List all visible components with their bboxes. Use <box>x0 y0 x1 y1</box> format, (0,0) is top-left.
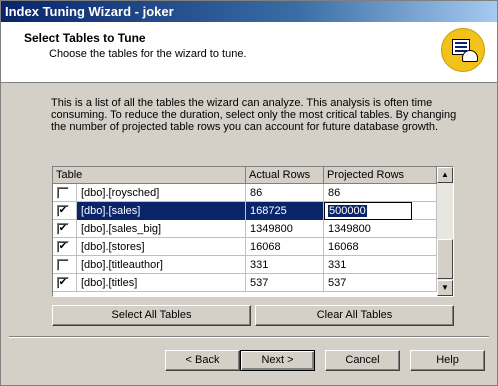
column-header-table[interactable]: Table <box>53 167 246 184</box>
table-checkbox[interactable] <box>57 259 69 271</box>
table-checkbox[interactable] <box>57 187 69 199</box>
separator <box>9 336 489 338</box>
actual-rows-cell: 537 <box>246 274 324 292</box>
table-name-cell[interactable]: [dbo].[titles] <box>77 274 246 292</box>
select-all-tables-button[interactable]: Select All Tables <box>52 305 251 326</box>
projected-rows-cell[interactable]: 16068 <box>324 238 437 256</box>
actual-rows-cell: 331 <box>246 256 324 274</box>
table-row[interactable]: ✔ [dbo].[sales] 168725 500000 <box>53 202 437 220</box>
projected-rows-cell[interactable]: 1349800 <box>324 220 437 238</box>
table-checkbox[interactable]: ✔ <box>57 241 69 253</box>
projected-rows-value: 500000 <box>328 205 367 217</box>
table-row[interactable]: ✔ [dbo].[stores] 16068 16068 <box>53 238 437 256</box>
table-name-cell[interactable]: [dbo].[stores] <box>77 238 246 256</box>
row-checkbox-cell: ✔ <box>53 202 77 220</box>
index-tuning-wizard-icon <box>441 28 485 72</box>
projected-rows-cell[interactable]: 537 <box>324 274 437 292</box>
table-checkbox[interactable]: ✔ <box>57 205 69 217</box>
row-checkbox-cell <box>53 256 77 274</box>
scroll-thumb[interactable] <box>437 239 453 279</box>
projected-rows-input[interactable]: 500000 <box>324 202 412 220</box>
actual-rows-cell: 86 <box>246 184 324 202</box>
help-button[interactable]: Help <box>410 350 485 371</box>
actual-rows-cell: 16068 <box>246 238 324 256</box>
intro-text: This is a list of all the tables the wiz… <box>51 97 457 133</box>
page-title: Select Tables to Tune <box>24 31 146 45</box>
actual-rows-cell: 1349800 <box>246 220 324 238</box>
page-subtitle: Choose the tables for the wizard to tune… <box>49 48 247 60</box>
column-header-actual-rows[interactable]: Actual Rows <box>246 167 324 184</box>
row-checkbox-cell: ✔ <box>53 238 77 256</box>
table-checkbox[interactable]: ✔ <box>57 223 69 235</box>
cancel-button[interactable]: Cancel <box>325 350 400 371</box>
row-checkbox-cell <box>53 184 77 202</box>
projected-rows-cell[interactable]: 86 <box>324 184 437 202</box>
wizard-window: Index Tuning Wizard - joker Select Table… <box>0 0 498 386</box>
next-button[interactable]: Next > <box>240 350 315 371</box>
table-row[interactable]: ✔ [dbo].[titles] 537 537 <box>53 274 437 292</box>
projected-rows-cell[interactable]: 331 <box>324 256 437 274</box>
actual-rows-cell: 168725 <box>246 202 324 220</box>
back-button[interactable]: < Back <box>165 350 240 371</box>
table-name-cell[interactable]: [dbo].[titleauthor] <box>77 256 246 274</box>
wizard-header: Select Tables to Tune Choose the tables … <box>1 22 497 83</box>
row-checkbox-cell: ✔ <box>53 274 77 292</box>
table-name-cell[interactable]: [dbo].[sales] <box>77 202 246 220</box>
scroll-up-arrow-icon[interactable]: ▲ <box>437 167 453 183</box>
column-header-projected-rows[interactable]: Projected Rows <box>324 167 437 184</box>
table-name-cell[interactable]: [dbo].[roysched] <box>77 184 246 202</box>
tables-grid[interactable]: Table Actual Rows Projected Rows [dbo].[… <box>52 166 454 297</box>
vertical-scrollbar[interactable]: ▲ ▼ <box>437 167 453 296</box>
row-checkbox-cell: ✔ <box>53 220 77 238</box>
scroll-down-arrow-icon[interactable]: ▼ <box>437 280 453 296</box>
table-checkbox[interactable]: ✔ <box>57 277 69 289</box>
table-name-cell[interactable]: [dbo].[sales_big] <box>77 220 246 238</box>
table-row[interactable]: [dbo].[titleauthor] 331 331 <box>53 256 437 274</box>
table-row[interactable]: [dbo].[roysched] 86 86 <box>53 184 437 202</box>
clear-all-tables-button[interactable]: Clear All Tables <box>255 305 454 326</box>
projected-rows-cell[interactable]: 500000 <box>324 202 437 220</box>
table-row[interactable]: ✔ [dbo].[sales_big] 1349800 1349800 <box>53 220 437 238</box>
title-bar: Index Tuning Wizard - joker <box>1 1 497 22</box>
